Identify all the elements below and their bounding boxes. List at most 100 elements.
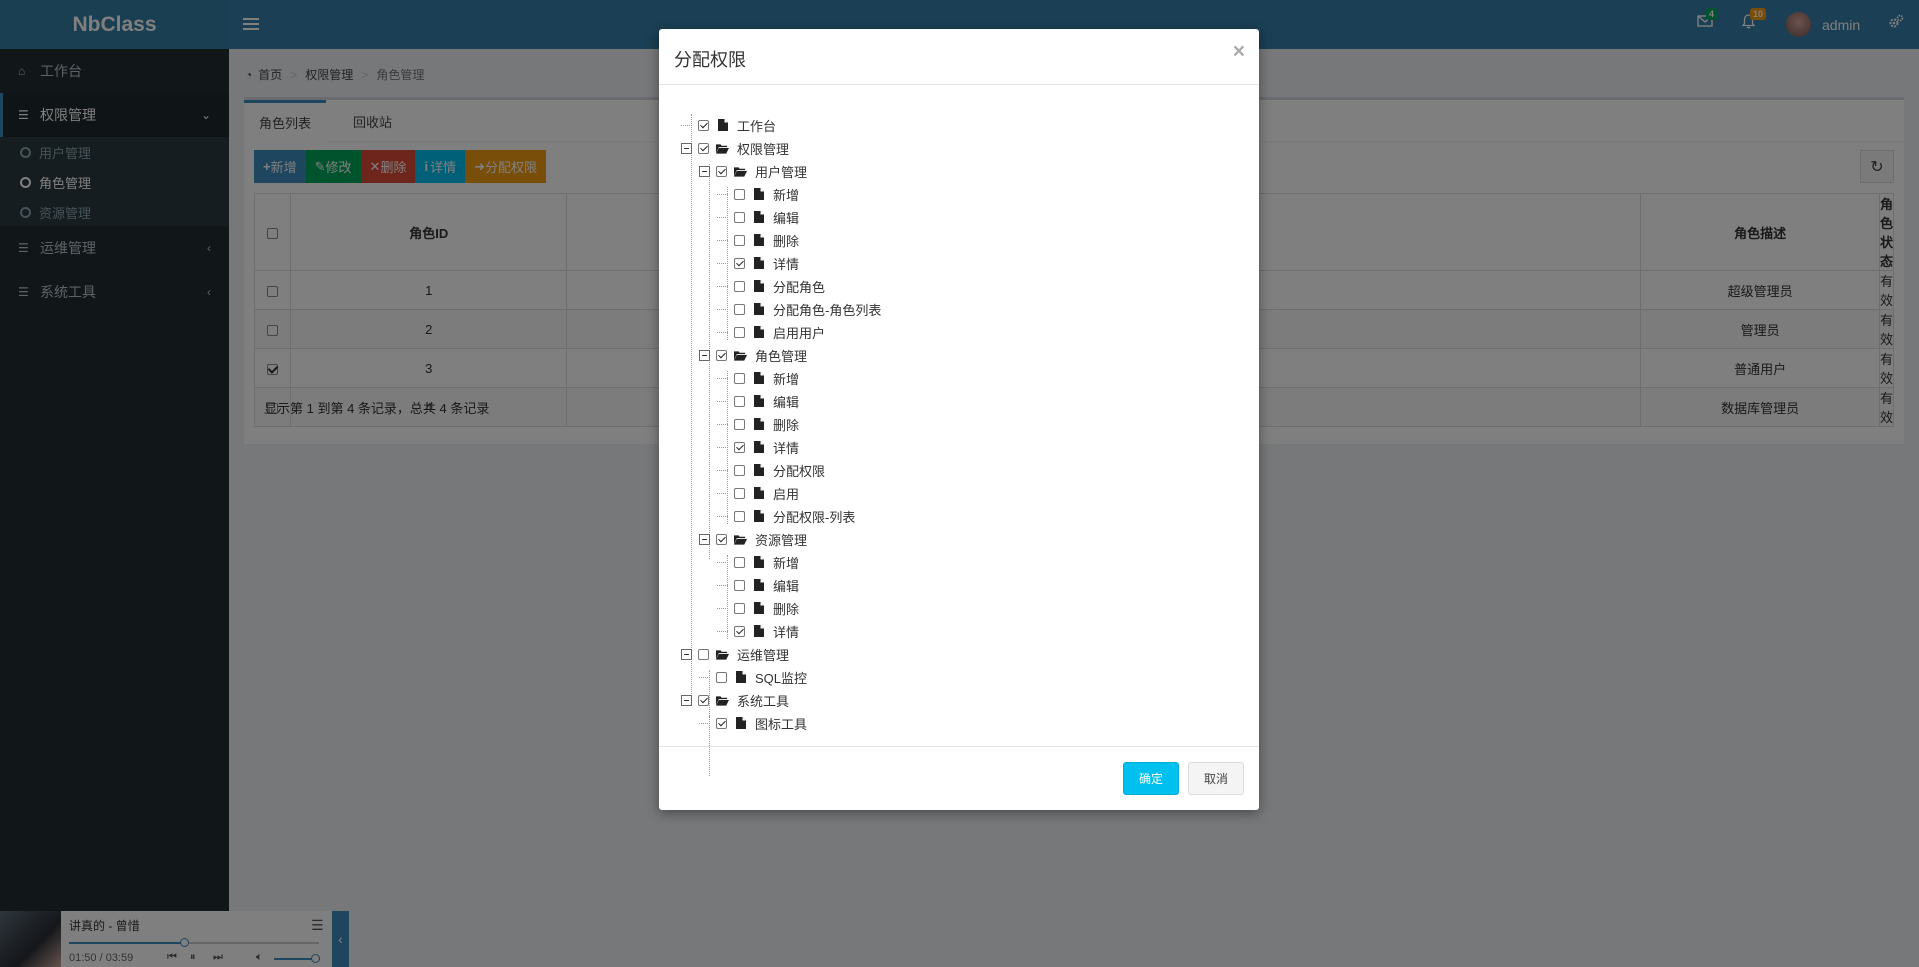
tree-node-checkbox[interactable] — [734, 303, 745, 315]
tree-node-label[interactable]: 用户管理 — [755, 162, 807, 181]
tree-node[interactable]: 详情 — [717, 622, 799, 640]
tree-node-label[interactable]: 新增 — [773, 369, 799, 388]
tree-node-label[interactable]: 角色管理 — [755, 346, 807, 365]
collapse-toggle-icon[interactable] — [699, 349, 710, 361]
tree-node[interactable]: 删除 — [717, 599, 799, 617]
tree-node-checkbox[interactable] — [734, 326, 745, 338]
tree-node[interactable]: 删除 — [717, 415, 799, 433]
tree-node-checkbox[interactable] — [734, 487, 745, 499]
tree-node[interactable]: 用户管理 — [699, 162, 807, 180]
tree-node-checkbox[interactable] — [734, 188, 745, 200]
tree-node-label[interactable]: 编辑 — [773, 392, 799, 411]
tree-node[interactable]: 系统工具 — [681, 691, 789, 709]
tree-node-checkbox[interactable] — [734, 625, 745, 637]
tree-node-label[interactable]: 资源管理 — [755, 530, 807, 549]
tree-node-label[interactable]: SQL监控 — [755, 668, 807, 687]
tree-node-checkbox[interactable] — [698, 648, 709, 660]
file-icon — [752, 257, 765, 270]
tree-node-checkbox[interactable] — [734, 602, 745, 614]
tree-node-checkbox[interactable] — [716, 165, 727, 177]
file-icon — [752, 487, 765, 500]
tree-node[interactable]: 工作台 — [681, 116, 776, 134]
tree-node[interactable]: SQL监控 — [699, 668, 807, 686]
tree-node-checkbox[interactable] — [716, 349, 727, 361]
tree-branch-line — [717, 607, 728, 609]
tree-node[interactable]: 编辑 — [717, 208, 799, 226]
tree-node[interactable]: 启用 — [717, 484, 799, 502]
tree-node[interactable]: 资源管理 — [699, 530, 807, 548]
tree-node-label[interactable]: 删除 — [773, 415, 799, 434]
tree-node[interactable]: 详情 — [717, 438, 799, 456]
close-icon[interactable]: × — [1233, 40, 1245, 64]
tree-node[interactable]: 图标工具 — [699, 714, 807, 732]
tree-node-label[interactable]: 启用用户 — [773, 323, 825, 342]
tree-node[interactable]: 分配角色 — [717, 277, 825, 295]
tree-node-checkbox[interactable] — [734, 234, 745, 246]
tree-node-checkbox[interactable] — [734, 418, 745, 430]
tree-node-label[interactable]: 分配权限 — [773, 461, 825, 480]
tree-node[interactable]: 删除 — [717, 231, 799, 249]
tree-node-checkbox[interactable] — [716, 717, 727, 729]
tree-branch-line — [699, 722, 710, 724]
tree-node-checkbox[interactable] — [698, 119, 709, 131]
tree-node[interactable]: 运维管理 — [681, 645, 789, 663]
tree-node-label[interactable]: 删除 — [773, 599, 799, 618]
tree-node-label[interactable]: 编辑 — [773, 208, 799, 227]
file-icon — [752, 602, 765, 615]
tree-node-label[interactable]: 详情 — [773, 254, 799, 273]
file-icon — [752, 395, 765, 408]
tree-node-label[interactable]: 系统工具 — [737, 691, 789, 710]
tree-node-checkbox[interactable] — [734, 441, 745, 453]
tree-node[interactable]: 新增 — [717, 369, 799, 387]
tree-node-label[interactable]: 运维管理 — [737, 645, 789, 664]
tree-node-label[interactable]: 分配角色 — [773, 277, 825, 296]
tree-node-label[interactable]: 分配权限-列表 — [773, 507, 855, 526]
tree-node-label[interactable]: 分配角色-角色列表 — [773, 300, 881, 319]
collapse-toggle-icon[interactable] — [681, 648, 692, 660]
file-icon — [752, 556, 765, 569]
tree-node-label[interactable]: 权限管理 — [737, 139, 789, 158]
tree-node-checkbox[interactable] — [734, 395, 745, 407]
tree-node-checkbox[interactable] — [734, 372, 745, 384]
tree-node-checkbox[interactable] — [698, 142, 709, 154]
tree-node[interactable]: 详情 — [717, 254, 799, 272]
tree-node-checkbox[interactable] — [734, 211, 745, 223]
collapse-toggle-icon[interactable] — [699, 533, 710, 545]
tree-node-label[interactable]: 工作台 — [737, 116, 776, 135]
tree-node[interactable]: 编辑 — [717, 576, 799, 594]
tree-node-checkbox[interactable] — [716, 533, 727, 545]
tree-node-checkbox[interactable] — [716, 671, 727, 683]
tree-node[interactable]: 分配权限-列表 — [717, 507, 855, 525]
tree-node[interactable]: 分配权限 — [717, 461, 825, 479]
tree-node[interactable]: 角色管理 — [699, 346, 807, 364]
tree-node[interactable]: 编辑 — [717, 392, 799, 410]
tree-node-label[interactable]: 图标工具 — [755, 714, 807, 733]
folder-open-icon — [734, 165, 747, 178]
confirm-button[interactable]: 确定 — [1123, 762, 1179, 795]
tree-node-checkbox[interactable] — [734, 257, 745, 269]
tree-node-label[interactable]: 新增 — [773, 553, 799, 572]
cancel-button[interactable]: 取消 — [1188, 762, 1244, 795]
tree-node-label[interactable]: 删除 — [773, 231, 799, 250]
tree-node-label[interactable]: 编辑 — [773, 576, 799, 595]
tree-node-label[interactable]: 详情 — [773, 438, 799, 457]
tree-node-label[interactable]: 新增 — [773, 185, 799, 204]
tree-node[interactable]: 分配角色-角色列表 — [717, 300, 881, 318]
folder-open-icon — [716, 694, 729, 707]
tree-node-checkbox[interactable] — [734, 280, 745, 292]
collapse-toggle-icon[interactable] — [681, 694, 692, 706]
collapse-toggle-icon[interactable] — [681, 142, 692, 154]
tree-node-label[interactable]: 启用 — [773, 484, 799, 503]
tree-node-checkbox[interactable] — [734, 556, 745, 568]
collapse-toggle-icon[interactable] — [699, 165, 710, 177]
tree-node[interactable]: 权限管理 — [681, 139, 789, 157]
tree-node[interactable]: 新增 — [717, 185, 799, 203]
tree-node[interactable]: 启用用户 — [717, 323, 825, 341]
tree-node-label[interactable]: 详情 — [773, 622, 799, 641]
tree-node-checkbox[interactable] — [734, 510, 745, 522]
file-icon — [752, 579, 765, 592]
tree-node-checkbox[interactable] — [698, 694, 709, 706]
tree-node-checkbox[interactable] — [734, 464, 745, 476]
tree-node-checkbox[interactable] — [734, 579, 745, 591]
tree-node[interactable]: 新增 — [717, 553, 799, 571]
